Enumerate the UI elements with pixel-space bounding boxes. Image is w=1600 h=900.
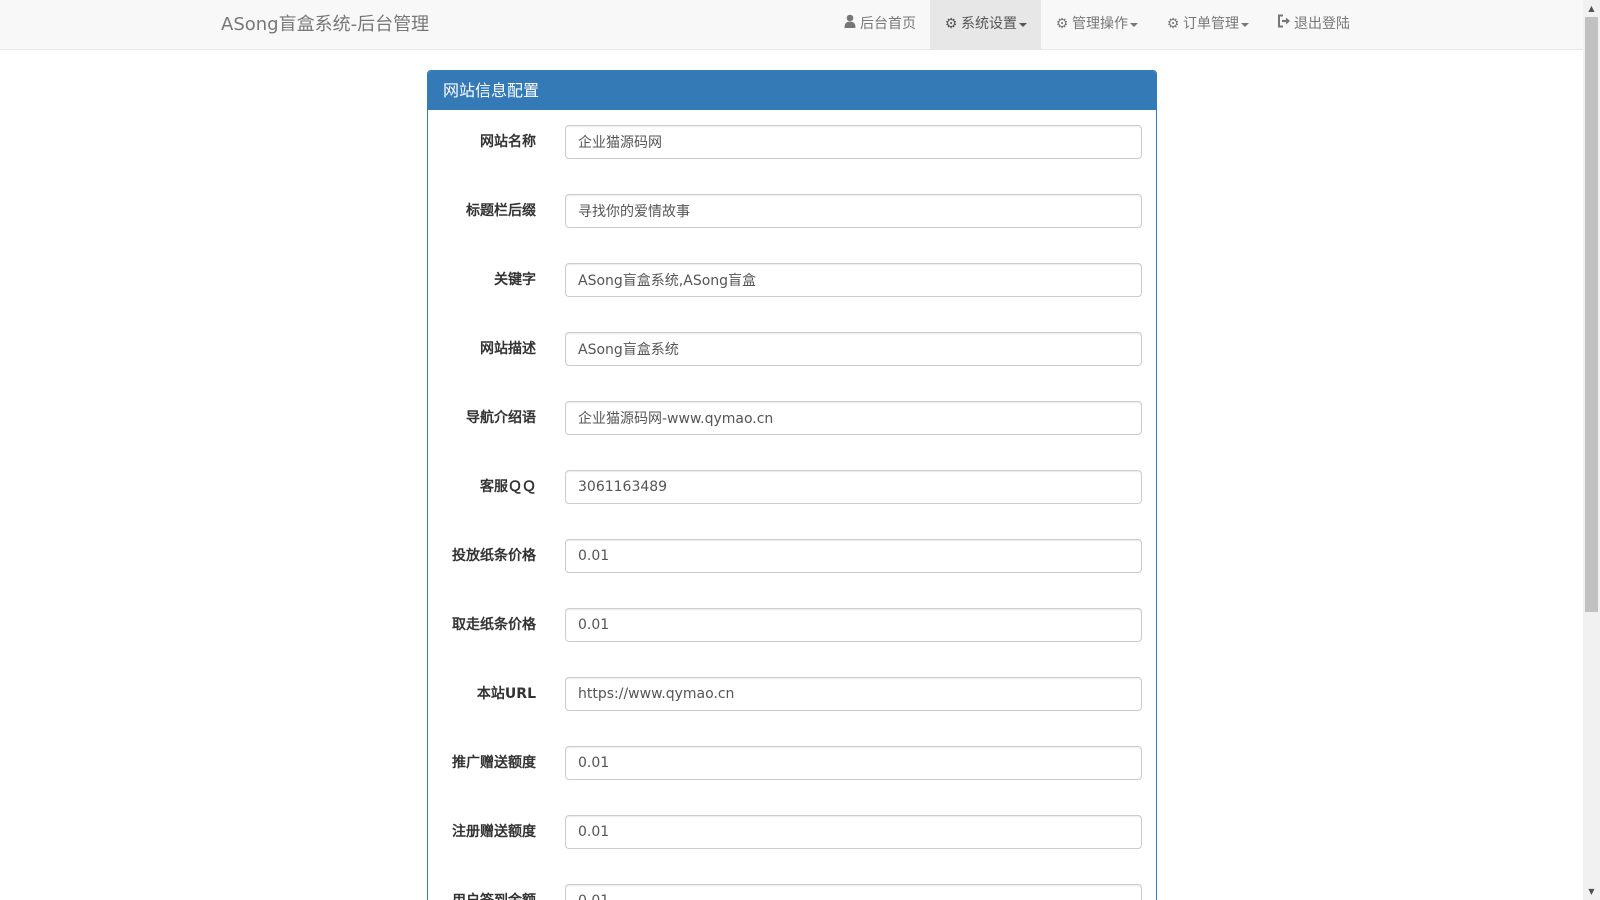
service-qq-field[interactable] (565, 470, 1142, 504)
checkin-amount-label: 用户签到金额 (452, 884, 536, 900)
take-note-price-label: 取走纸条价格 (452, 617, 536, 633)
site-url-field[interactable] (565, 677, 1142, 711)
site-name-field[interactable] (565, 125, 1142, 159)
form-row-register-bonus: 注册赠送额度 (428, 815, 1156, 849)
nav-item-orders[interactable]: ⚙ 订单管理 (1152, 0, 1263, 49)
take-note-price-field[interactable] (565, 608, 1142, 642)
nav-intro-label: 导航介绍语 (466, 410, 536, 426)
user-icon (843, 0, 857, 49)
scrollbar-thumb[interactable] (1585, 17, 1598, 612)
checkin-amount-field[interactable] (565, 884, 1142, 900)
caret-down-icon (1019, 22, 1027, 27)
caret-down-icon (1130, 22, 1138, 27)
nav-item-management[interactable]: ⚙ 管理操作 (1041, 0, 1152, 49)
post-note-price-field[interactable] (565, 539, 1142, 573)
referral-bonus-label: 推广赠送额度 (452, 755, 536, 771)
form-row-take-note-price: 取走纸条价格 (428, 608, 1156, 642)
site-config-panel: 网站信息配置 网站名称 标题栏后缀 关键字 网站描述 导航介绍语 (427, 70, 1157, 900)
site-url-label: 本站URL (476, 686, 536, 702)
site-description-label: 网站描述 (480, 341, 536, 357)
gear-icon: ⚙ (1055, 16, 1069, 32)
form-row-keywords: 关键字 (428, 263, 1156, 297)
form-row-referral-bonus: 推广赠送额度 (428, 746, 1156, 780)
form-row-title-suffix: 标题栏后缀 (428, 194, 1156, 228)
nav-label-system-settings: 系统设置 (961, 16, 1017, 32)
nav-label-management: 管理操作 (1072, 16, 1128, 32)
form-row-site-description: 网站描述 (428, 332, 1156, 366)
nav-label-home: 后台首页 (860, 16, 916, 32)
scroll-down-arrow-icon[interactable]: ▼ (1583, 883, 1600, 900)
post-note-price-label: 投放纸条价格 (452, 548, 536, 564)
nav-intro-field[interactable] (565, 401, 1142, 435)
form-row-service-qq: 客服ＱＱ (428, 470, 1156, 504)
referral-bonus-field[interactable] (565, 746, 1142, 780)
form-row-checkin-amount: 用户签到金额 (428, 884, 1156, 900)
site-description-field[interactable] (565, 332, 1142, 366)
vertical-scrollbar[interactable]: ▲ ▼ (1583, 0, 1600, 900)
form-row-nav-intro: 导航介绍语 (428, 401, 1156, 435)
register-bonus-label: 注册赠送额度 (452, 824, 536, 840)
form-row-post-note-price: 投放纸条价格 (428, 539, 1156, 573)
site-name-label: 网站名称 (480, 134, 536, 150)
nav-menu: 后台首页 ⚙ 系统设置 ⚙ 管理操作 ⚙ 订单管理 退出登陆 (829, 0, 1364, 49)
service-qq-label: 客服ＱＱ (480, 479, 536, 495)
panel-title: 网站信息配置 (428, 71, 1156, 110)
gear-icon: ⚙ (1166, 16, 1180, 32)
brand-title[interactable]: ASong盲盒系统-后台管理 (221, 0, 429, 50)
nav-item-system-settings[interactable]: ⚙ 系统设置 (930, 0, 1041, 49)
form-row-site-name: 网站名称 (428, 125, 1156, 159)
nav-item-logout[interactable]: 退出登陆 (1263, 0, 1364, 49)
sign-out-icon (1277, 0, 1291, 49)
keywords-label: 关键字 (494, 272, 536, 288)
title-suffix-label: 标题栏后缀 (466, 203, 536, 219)
title-suffix-field[interactable] (565, 194, 1142, 228)
nav-item-home[interactable]: 后台首页 (829, 0, 930, 49)
caret-down-icon (1241, 22, 1249, 27)
nav-label-logout: 退出登陆 (1294, 16, 1350, 32)
admin-page: ASong盲盒系统-后台管理 后台首页 ⚙ 系统设置 ⚙ 管理操作 ⚙ 订单管理 (0, 0, 1600, 900)
top-navbar: ASong盲盒系统-后台管理 后台首页 ⚙ 系统设置 ⚙ 管理操作 ⚙ 订单管理 (0, 0, 1583, 50)
gear-icon: ⚙ (944, 16, 958, 32)
nav-label-orders: 订单管理 (1183, 16, 1239, 32)
form-row-site-url: 本站URL (428, 677, 1156, 711)
register-bonus-field[interactable] (565, 815, 1142, 849)
scroll-up-arrow-icon[interactable]: ▲ (1583, 0, 1600, 17)
keywords-field[interactable] (565, 263, 1142, 297)
